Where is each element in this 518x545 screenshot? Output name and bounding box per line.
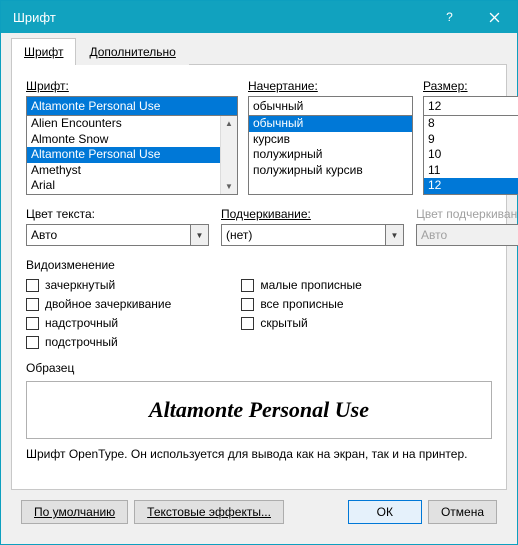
scroll-up-icon[interactable]: ▲ — [225, 119, 233, 128]
list-item[interactable]: Arial — [27, 178, 237, 194]
style-list[interactable]: обычныйкурсивполужирныйполужирный курсив — [248, 115, 413, 195]
checkbox-label: все прописные — [260, 297, 343, 311]
checkbox-icon — [26, 336, 39, 349]
set-default-button[interactable]: По умолчанию — [21, 500, 128, 524]
font-label: Шрифт: — [26, 79, 238, 93]
underline-value[interactable] — [221, 224, 386, 246]
ok-button[interactable]: ОК — [348, 500, 422, 524]
help-button[interactable]: ? — [427, 1, 472, 33]
list-item[interactable]: Almonte Snow — [27, 132, 237, 148]
chevron-down-icon[interactable]: ▼ — [191, 224, 209, 246]
checkbox-label: малые прописные — [260, 278, 362, 292]
underline-color-combo: ▼ — [416, 224, 518, 246]
checkbox-скрытый[interactable]: скрытый — [241, 316, 362, 330]
tab-font[interactable]: Шрифт — [11, 38, 76, 65]
dialog-body: Шрифт Дополнительно Шрифт: Alien Encount… — [1, 33, 517, 544]
list-item[interactable]: полужирный курсив — [249, 163, 412, 179]
checkbox-label: надстрочный — [45, 316, 118, 330]
checkbox-icon — [26, 298, 39, 311]
list-item[interactable]: 12 — [424, 178, 518, 194]
close-icon — [489, 12, 500, 23]
checkbox-все-прописные[interactable]: все прописные — [241, 297, 362, 311]
text-effects-button[interactable]: Текстовые эффекты... — [134, 500, 284, 524]
effects-label: Видоизменение — [26, 258, 492, 272]
checkbox-label: подстрочный — [45, 335, 118, 349]
underline-combo[interactable]: ▼ — [221, 224, 404, 246]
list-item[interactable]: 9 — [424, 132, 518, 148]
font-input[interactable] — [26, 96, 238, 116]
list-item[interactable]: обычный — [249, 116, 412, 132]
tab-advanced[interactable]: Дополнительно — [76, 38, 188, 65]
preview-label: Образец — [26, 361, 492, 375]
style-input[interactable] — [248, 96, 413, 116]
size-label: Размер: — [423, 79, 518, 93]
list-item[interactable]: 10 — [424, 147, 518, 163]
list-item[interactable]: 11 — [424, 163, 518, 179]
checkbox-label: зачеркнутый — [45, 278, 115, 292]
titlebar: Шрифт ? — [1, 1, 517, 33]
font-description: Шрифт OpenType. Он используется для выво… — [26, 447, 492, 461]
list-item[interactable]: полужирный — [249, 147, 412, 163]
dialog-footer: По умолчанию Текстовые эффекты... ОК Отм… — [11, 490, 507, 534]
preview-box: Altamonte Personal Use — [26, 381, 492, 439]
text-color-value[interactable] — [26, 224, 191, 246]
list-item[interactable]: Alien Encounters — [27, 116, 237, 132]
size-list[interactable]: 89101112 ▲▼ — [423, 115, 518, 195]
font-list[interactable]: Alien EncountersAlmonte SnowAltamonte Pe… — [26, 115, 238, 195]
cancel-button[interactable]: Отмена — [428, 500, 497, 524]
checkbox-двойное-зачеркивание[interactable]: двойное зачеркивание — [26, 297, 171, 311]
scroll-down-icon[interactable]: ▼ — [225, 182, 233, 191]
checkbox-label: скрытый — [260, 316, 307, 330]
chevron-down-icon[interactable]: ▼ — [386, 224, 404, 246]
tab-strip: Шрифт Дополнительно — [11, 37, 507, 65]
font-scrollbar[interactable]: ▲▼ — [220, 116, 237, 194]
text-color-label: Цвет текста: — [26, 207, 209, 221]
list-item[interactable]: курсив — [249, 132, 412, 148]
checkbox-малые-прописные[interactable]: малые прописные — [241, 278, 362, 292]
tab-panel-font: Шрифт: Alien EncountersAlmonte SnowAltam… — [11, 65, 507, 490]
size-input[interactable] — [423, 96, 518, 116]
checkbox-icon — [241, 298, 254, 311]
list-item[interactable]: Amethyst — [27, 163, 237, 179]
underline-color-label: Цвет подчеркивания: — [416, 207, 518, 221]
underline-color-value — [416, 224, 518, 246]
preview-text: Altamonte Personal Use — [149, 397, 369, 423]
checkbox-icon — [241, 317, 254, 330]
text-color-combo[interactable]: ▼ — [26, 224, 209, 246]
underline-label: Подчеркивание: — [221, 207, 404, 221]
list-item[interactable]: Altamonte Personal Use — [27, 147, 237, 163]
dialog-title: Шрифт — [13, 10, 427, 25]
checkbox-icon — [241, 279, 254, 292]
checkbox-icon — [26, 279, 39, 292]
checkbox-зачеркнутый[interactable]: зачеркнутый — [26, 278, 171, 292]
checkbox-label: двойное зачеркивание — [45, 297, 171, 311]
checkbox-надстрочный[interactable]: надстрочный — [26, 316, 171, 330]
checkbox-подстрочный[interactable]: подстрочный — [26, 335, 171, 349]
font-dialog: Шрифт ? Шрифт Дополнительно Шрифт: Alien… — [0, 0, 518, 545]
checkbox-icon — [26, 317, 39, 330]
list-item[interactable]: 8 — [424, 116, 518, 132]
close-button[interactable] — [472, 1, 517, 33]
style-label: Начертание: — [248, 79, 413, 93]
